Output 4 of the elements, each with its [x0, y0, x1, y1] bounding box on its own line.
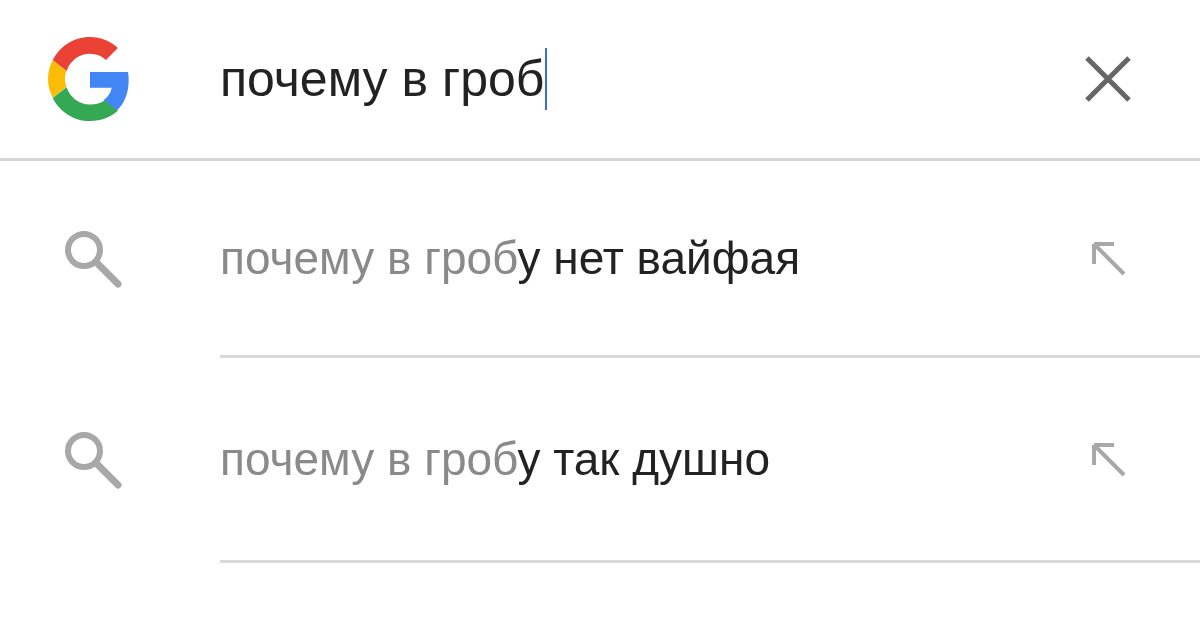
google-logo-icon: [48, 37, 132, 121]
search-field[interactable]: почему в гроб: [220, 34, 1082, 124]
suggestion-text[interactable]: почему в гробу так душно: [220, 432, 1086, 486]
suggestion-text[interactable]: почему в гробу нет вайфая: [220, 231, 1086, 285]
